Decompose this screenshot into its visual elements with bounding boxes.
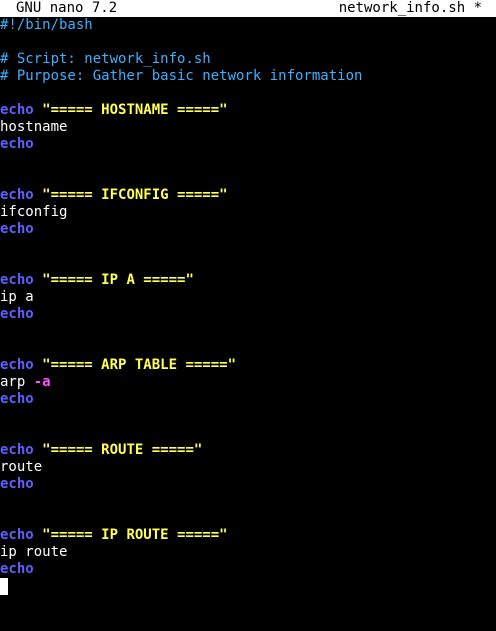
echo-keyword: echo: [0, 187, 34, 203]
command-flag: -a: [33, 374, 51, 390]
code-line-echo-header[interactable]: echo "===== IP ROUTE =====": [0, 527, 496, 544]
command-text: hostname: [0, 119, 68, 135]
echo-keyword: echo: [0, 221, 34, 237]
editor-app-version: GNU nano 7.2: [16, 0, 118, 16]
code-line-echo[interactable]: echo: [0, 561, 496, 578]
header-string: "===== IFCONFIG =====": [42, 187, 228, 203]
code-line-command[interactable]: route: [0, 459, 496, 476]
nano-titlebar: GNU nano 7.2 network_info.sh *: [0, 0, 496, 17]
code-line-blank[interactable]: [0, 510, 496, 527]
code-line-blank[interactable]: [0, 153, 496, 170]
comment-purpose-text: # Purpose: Gather basic network informat…: [0, 68, 363, 84]
code-line-echo[interactable]: echo: [0, 476, 496, 493]
header-string: "===== HOSTNAME =====": [42, 102, 228, 118]
code-line-blank[interactable]: [0, 425, 496, 442]
echo-keyword: echo: [0, 136, 34, 152]
echo-keyword: echo: [0, 476, 34, 492]
open-filename: network_info.sh *: [338, 0, 482, 16]
echo-keyword: echo: [0, 306, 34, 322]
echo-keyword: echo: [0, 527, 34, 543]
code-line-blank[interactable]: [0, 408, 496, 425]
header-string: "===== ROUTE =====": [42, 442, 203, 458]
code-line-blank[interactable]: [0, 85, 496, 102]
header-string: "===== ARP TABLE =====": [42, 357, 237, 373]
code-line-blank[interactable]: [0, 255, 496, 272]
code-line-echo[interactable]: echo: [0, 136, 496, 153]
code-line-echo-header[interactable]: echo "===== ROUTE =====": [0, 442, 496, 459]
code-line-command[interactable]: ip a: [0, 289, 496, 306]
code-line-blank[interactable]: [0, 340, 496, 357]
code-line-blank[interactable]: [0, 238, 496, 255]
code-line-blank[interactable]: [0, 323, 496, 340]
echo-keyword: echo: [0, 102, 34, 118]
code-line-blank[interactable]: [0, 34, 496, 51]
command-text: ifconfig: [0, 204, 68, 220]
code-line-command[interactable]: hostname: [0, 119, 496, 136]
code-line-command[interactable]: ifconfig: [0, 204, 496, 221]
command-text: route: [0, 459, 43, 475]
code-line-echo-header[interactable]: echo "===== IFCONFIG =====": [0, 187, 496, 204]
code-line-shebang[interactable]: #!/bin/bash: [0, 17, 496, 34]
command-text: ip route: [0, 544, 68, 560]
code-line-command[interactable]: arp -a: [0, 374, 496, 391]
code-line-echo-header[interactable]: echo "===== IP A =====": [0, 272, 496, 289]
echo-keyword: echo: [0, 357, 34, 373]
code-line-echo[interactable]: echo: [0, 306, 496, 323]
code-line-blank[interactable]: [0, 493, 496, 510]
code-line-echo[interactable]: echo: [0, 221, 496, 238]
shebang-text: #!/bin/bash: [0, 17, 93, 33]
echo-keyword: echo: [0, 442, 34, 458]
code-line-comment-script[interactable]: # Script: network_info.sh: [0, 51, 496, 68]
echo-keyword: echo: [0, 391, 34, 407]
header-string: "===== IP ROUTE =====": [42, 527, 228, 543]
command-text: arp: [0, 374, 34, 390]
code-line-comment-purpose[interactable]: # Purpose: Gather basic network informat…: [0, 68, 496, 85]
header-string: "===== IP A =====": [42, 272, 194, 288]
echo-keyword: echo: [0, 272, 34, 288]
code-line-cursor[interactable]: [0, 578, 496, 595]
code-line-command[interactable]: ip route: [0, 544, 496, 561]
code-line-echo-header[interactable]: echo "===== ARP TABLE =====": [0, 357, 496, 374]
code-line-echo[interactable]: echo: [0, 391, 496, 408]
text-cursor: [0, 578, 8, 595]
echo-keyword: echo: [0, 561, 34, 577]
command-text: ip a: [0, 289, 34, 305]
code-line-echo-header[interactable]: echo "===== HOSTNAME =====": [0, 102, 496, 119]
comment-script-text: # Script: network_info.sh: [0, 51, 211, 67]
editor-text-area[interactable]: #!/bin/bash # Script: network_info.sh # …: [0, 17, 496, 595]
code-line-blank[interactable]: [0, 170, 496, 187]
